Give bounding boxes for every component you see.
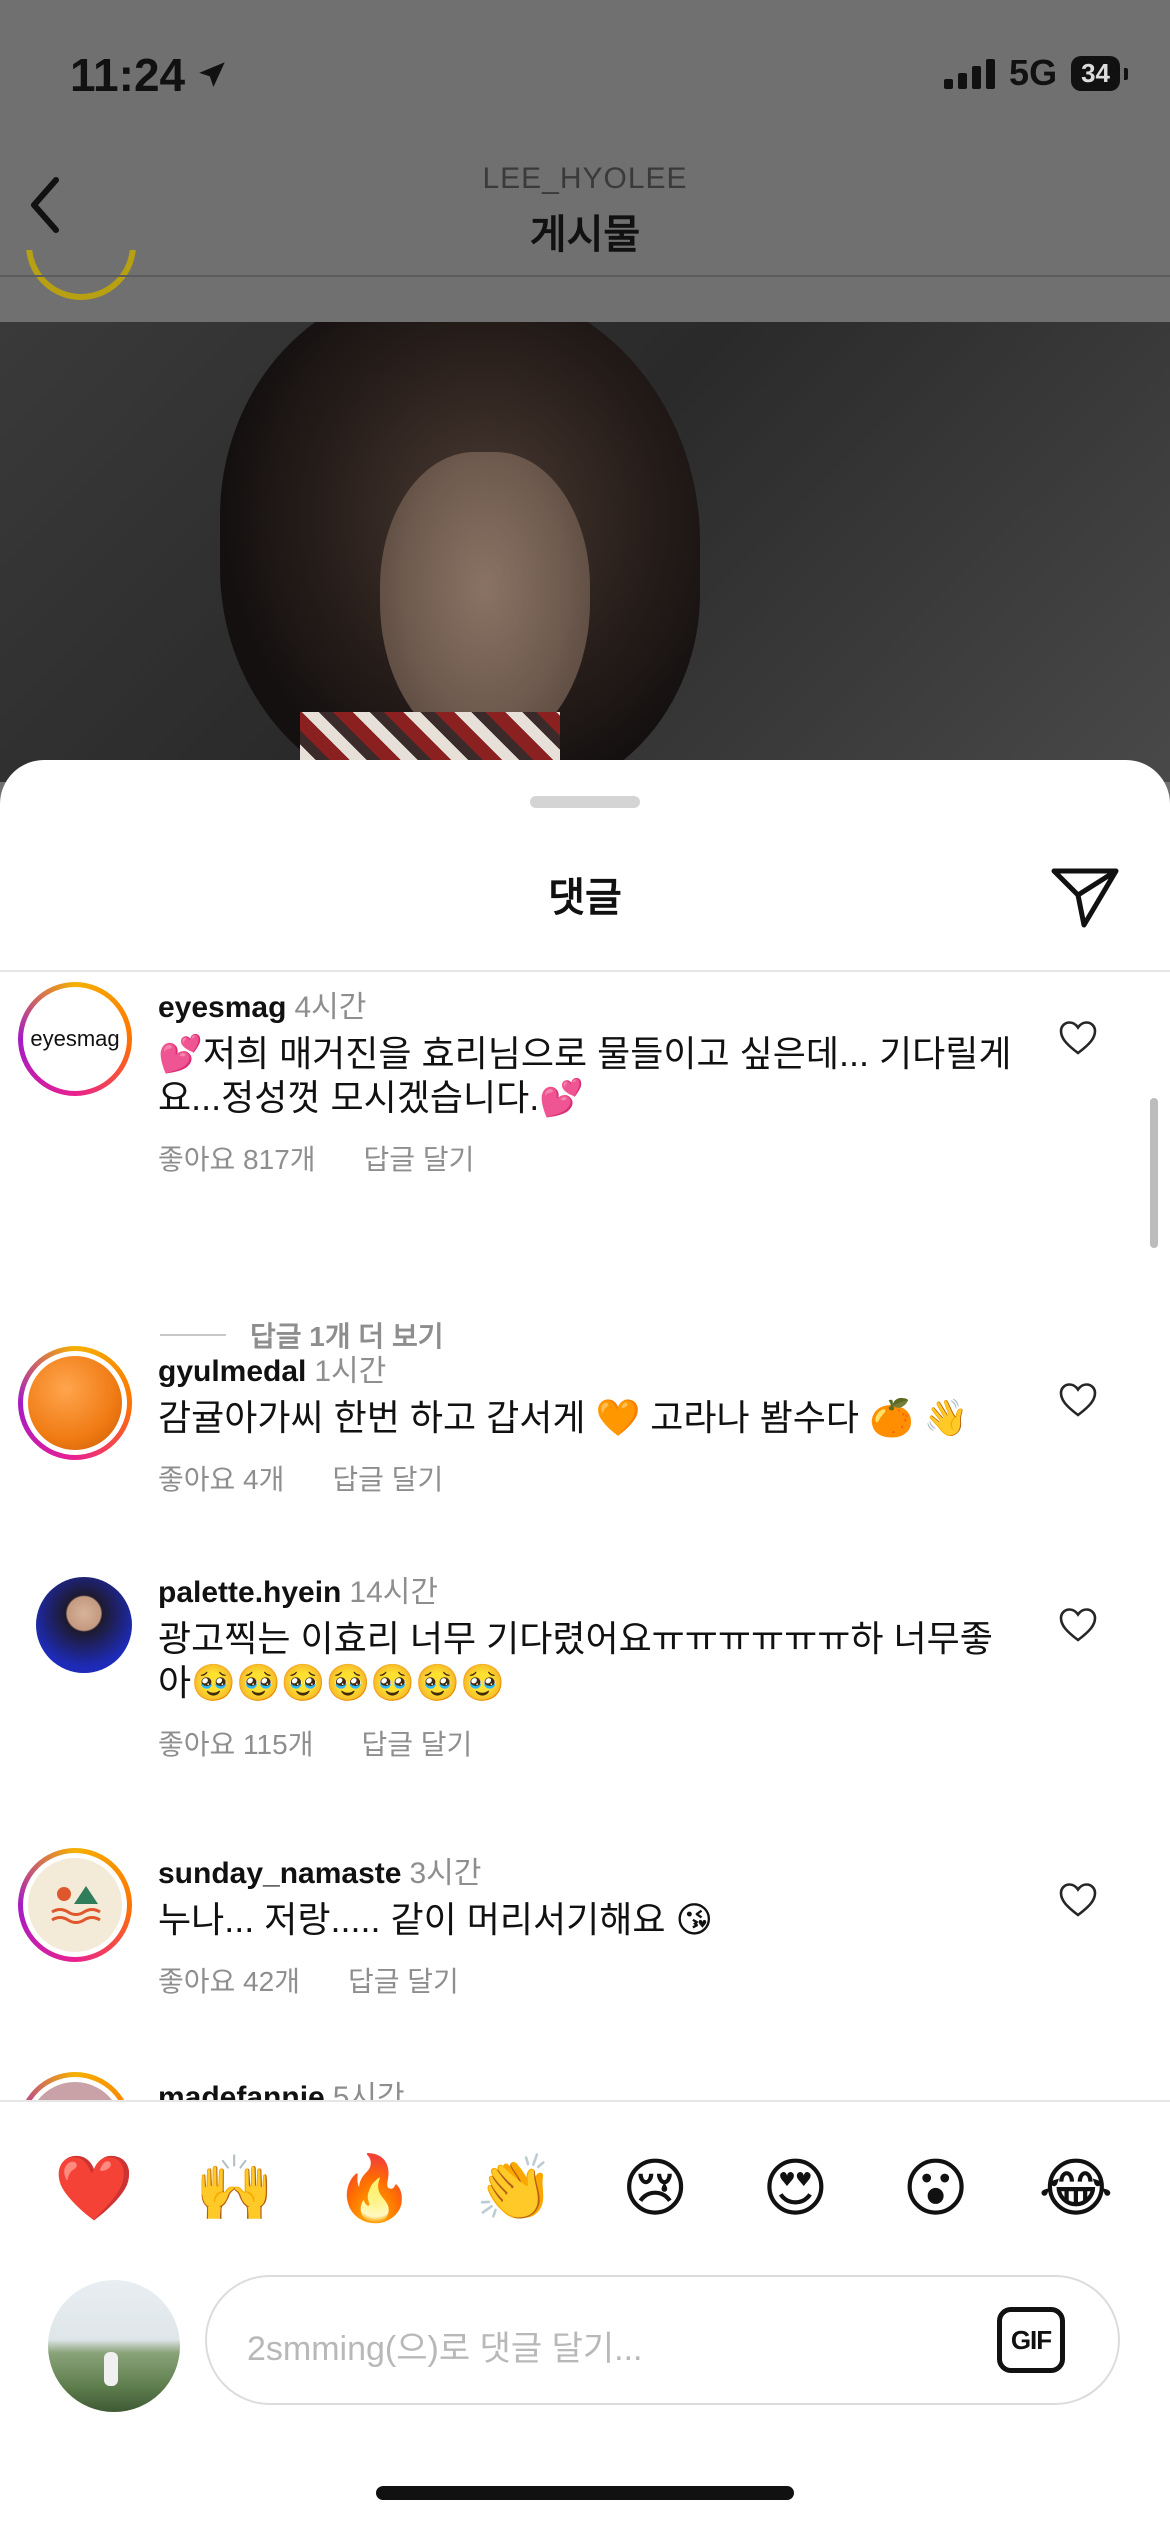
reply-button[interactable]: 답글 달기	[332, 1458, 443, 1498]
avatar[interactable]	[18, 1346, 132, 1460]
comment-input[interactable]: 2smming(으)로 댓글 달기... GIF	[205, 2275, 1120, 2405]
avatar-label: eyesmag	[30, 1026, 120, 1051]
heart-icon[interactable]	[1058, 1382, 1098, 1418]
comment-username[interactable]: sunday_namaste	[158, 1857, 401, 1890]
comment-likes[interactable]: 좋아요 4개	[158, 1458, 284, 1498]
comment-time: 14시간	[349, 1576, 438, 1609]
comment-likes[interactable]: 좋아요 42개	[158, 1960, 300, 2000]
signal-icon	[944, 57, 996, 89]
reply-button[interactable]: 답글 달기	[361, 1723, 472, 1763]
emoji-heart-eyes[interactable]: 😍	[740, 2148, 850, 2228]
emoji-divider	[0, 2100, 1170, 2102]
comment-input-placeholder: 2smming(으)로 댓글 달기...	[247, 2330, 643, 2368]
emoji-laughing[interactable]: 😂	[1021, 2148, 1131, 2228]
gif-button[interactable]: GIF	[997, 2307, 1065, 2373]
reply-button[interactable]: 답글 달기	[364, 1138, 475, 1178]
post-image[interactable]	[0, 322, 1170, 782]
heart-icon[interactable]	[1058, 1020, 1098, 1056]
my-avatar[interactable]	[48, 2280, 180, 2412]
sheet-title: 댓글	[548, 876, 622, 920]
status-bar: 11:24 5G 34	[0, 0, 1170, 150]
comment-likes[interactable]: 좋아요 817개	[158, 1138, 316, 1178]
location-arrow-icon	[199, 62, 225, 88]
comment-time: 1시간	[314, 1355, 387, 1388]
post-header: LEE_HYOLEE 게시물	[0, 150, 1170, 275]
heart-icon[interactable]	[1058, 1607, 1098, 1643]
comment-text: 광고찍는 이효리 너무 기다렸어요ㅠㅠㅠㅠㅠㅠ하 너무좋아🥹🥹🥹🥹🥹🥹🥹	[158, 1618, 993, 1703]
comments-sheet: 댓글 eyesmag eyesmag 4시간 💕저희 매거진을 효리님으로 물들이…	[0, 760, 1170, 2532]
comment-likes[interactable]: 좋아요 115개	[158, 1723, 313, 1763]
reply-button[interactable]: 답글 달기	[348, 1960, 459, 2000]
emoji-clap[interactable]: 👏	[460, 2148, 570, 2228]
page-title: 게시물	[529, 213, 641, 257]
share-send-icon[interactable]	[1050, 865, 1120, 929]
comment-username[interactable]: palette.hyein	[158, 1576, 341, 1609]
back-arrow-icon[interactable]	[22, 170, 72, 240]
emoji-surprised[interactable]: 😮	[881, 2148, 991, 2228]
comments-list[interactable]: eyesmag eyesmag 4시간 💕저희 매거진을 효리님으로 물들이고 싶…	[0, 972, 1170, 2102]
comment-username[interactable]: gyulmedal	[158, 1355, 306, 1388]
emoji-heart[interactable]: ❤️	[39, 2148, 149, 2228]
emoji-raised-hands[interactable]: 🙌	[179, 2148, 289, 2228]
comment-time: 5시간	[332, 2081, 405, 2102]
avatar[interactable]	[18, 2072, 132, 2102]
sheet-grabber[interactable]	[530, 796, 640, 808]
comment-composer: 2smming(으)로 댓글 달기... GIF	[0, 2270, 1170, 2412]
comment-text: 누나... 저랑..... 같이 머리서기해요 😘	[158, 1899, 713, 1940]
quick-emoji-bar: ❤️ 🙌 🔥 👏 😢 😍 😮 😂	[0, 2138, 1170, 2238]
sunday-logo-icon	[51, 1886, 101, 1924]
network-label: 5G	[1009, 52, 1058, 93]
emoji-fire[interactable]: 🔥	[320, 2148, 430, 2228]
avatar[interactable]: eyesmag	[18, 982, 132, 1096]
comment-username[interactable]: eyesmag	[158, 991, 286, 1024]
heart-icon[interactable]	[1058, 1882, 1098, 1918]
comment-time: 3시간	[409, 1857, 482, 1890]
comment-text: 감귤아가씨 한번 하고 갑서게 🧡 고라나 봠수다 🍊 👋	[158, 1397, 969, 1438]
battery-icon: 34	[1071, 55, 1128, 91]
comment-username[interactable]: madefannie	[158, 2081, 325, 2102]
status-time: 11:24	[70, 48, 229, 102]
header-account-name[interactable]: LEE_HYOLEE	[0, 162, 1170, 196]
avatar[interactable]	[18, 1848, 132, 1962]
home-indicator	[376, 2486, 794, 2500]
comment-time: 4시간	[294, 991, 367, 1024]
emoji-crying[interactable]: 😢	[600, 2148, 710, 2228]
header-divider	[0, 275, 1170, 277]
scrollbar[interactable]	[1150, 1098, 1158, 1248]
comment-text: 💕저희 매거진을 효리님으로 물들이고 싶은데... 기다릴게요...정성껏 모…	[158, 1033, 1012, 1118]
avatar[interactable]	[36, 1577, 132, 1673]
